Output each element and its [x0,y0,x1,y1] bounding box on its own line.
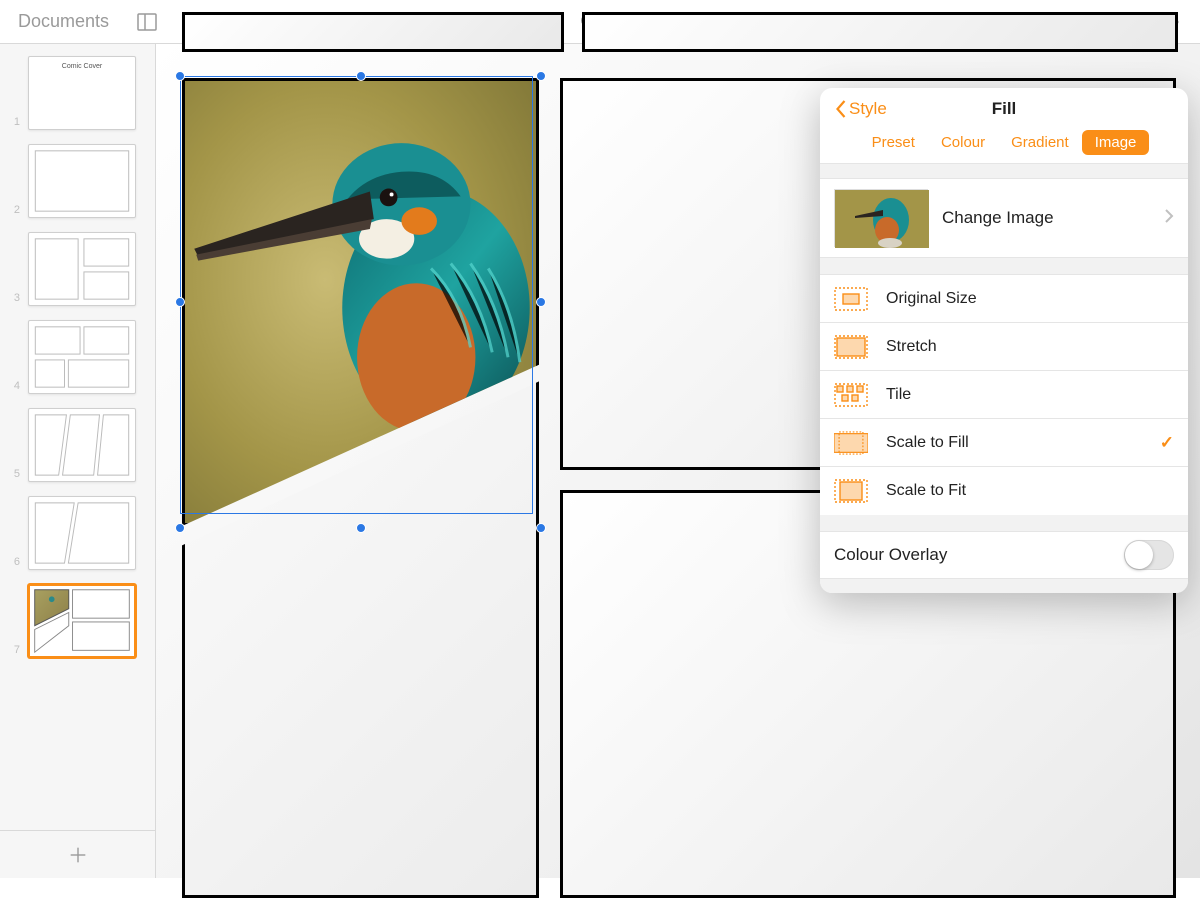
fill-type-tabs: Preset Colour Gradient Image [820,130,1188,163]
option-original-size[interactable]: Original Size [820,275,1188,323]
tab-colour[interactable]: Colour [928,130,998,155]
tab-gradient[interactable]: Gradient [998,130,1082,155]
change-image-label: Change Image [942,208,1150,228]
tile-icon [834,383,868,407]
page-number: 2 [10,204,20,218]
resize-handle[interactable] [175,71,185,81]
page-thumbnail-4[interactable] [28,320,136,394]
resize-handle[interactable] [356,523,366,533]
selection-bounds [180,76,541,528]
add-page-button[interactable] [0,830,155,878]
page-thumbnail-7[interactable] [28,584,136,658]
option-scale-to-fit[interactable]: Scale to Fit [820,467,1188,515]
cover-label: Comic Cover [29,63,135,70]
colour-overlay-label: Colour Overlay [834,545,1124,565]
image-thumbnail [834,189,928,247]
page-number: 1 [10,116,20,130]
page-number: 6 [10,556,20,570]
popover-back-button[interactable]: Style [834,99,887,119]
page-number: 3 [10,292,20,306]
resize-handle[interactable] [536,71,546,81]
chevron-right-icon [1164,208,1174,229]
colour-overlay-toggle[interactable] [1124,540,1174,570]
chevron-left-icon [834,99,847,119]
page-thumbnail-2[interactable] [28,144,136,218]
option-stretch[interactable]: Stretch [820,323,1188,371]
page-thumbnail-6[interactable] [28,496,136,570]
resize-handle[interactable] [536,523,546,533]
page-thumbnail-5[interactable] [28,408,136,482]
documents-back-button[interactable]: Documents [18,11,109,32]
resize-handle[interactable] [356,71,366,81]
scale-to-fit-icon [834,479,868,503]
resize-handle[interactable] [536,297,546,307]
page-thumbnail-3[interactable] [28,232,136,306]
option-tile[interactable]: Tile [820,371,1188,419]
scale-to-fill-icon [834,431,868,455]
page-number: 5 [10,468,20,482]
colour-overlay-row: Colour Overlay [820,531,1188,579]
stretch-icon [834,335,868,359]
resize-handle[interactable] [175,523,185,533]
scale-mode-list: Original Size Stretch [820,274,1188,515]
change-image-row[interactable]: Change Image [820,178,1188,258]
tab-preset[interactable]: Preset [859,130,928,155]
layout-icon[interactable] [135,10,159,34]
page-number: 7 [10,644,20,658]
original-size-icon [834,287,868,311]
page-sidebar: 1 Comic Cover 2 3 4 [0,44,156,878]
fill-popover: Style Fill Preset Colour Gradient Image [820,88,1188,593]
tab-image[interactable]: Image [1082,130,1150,155]
comic-panel[interactable] [582,12,1178,52]
option-scale-to-fill[interactable]: Scale to Fill ✓ [820,419,1188,467]
comic-panel[interactable] [182,12,564,52]
resize-handle[interactable] [175,297,185,307]
page-number: 4 [10,380,20,394]
checkmark-icon: ✓ [1160,433,1174,453]
page-thumbnail-1[interactable]: Comic Cover [28,56,136,130]
